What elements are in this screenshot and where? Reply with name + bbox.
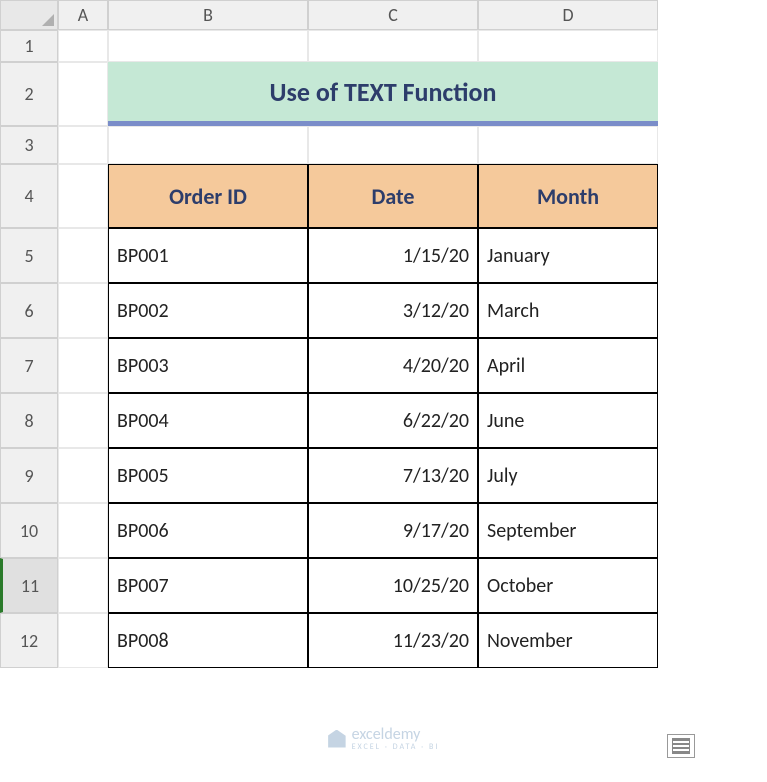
- watermark-text: exceldemy EXCEL · DATA · BI: [352, 725, 440, 752]
- table-cell-date[interactable]: 3/12/20: [308, 283, 478, 338]
- cell-a12[interactable]: [58, 613, 108, 668]
- table-header-date[interactable]: Date: [308, 164, 478, 228]
- cell-a5[interactable]: [58, 228, 108, 283]
- row-header-1[interactable]: 1: [0, 30, 58, 62]
- table-header-month[interactable]: Month: [478, 164, 658, 228]
- row-header-3[interactable]: 3: [0, 126, 58, 164]
- watermark: exceldemy EXCEL · DATA · BI: [328, 725, 440, 752]
- cell-b3[interactable]: [108, 126, 308, 164]
- table-cell-id[interactable]: BP002: [108, 283, 308, 338]
- table-cell-date[interactable]: 6/22/20: [308, 393, 478, 448]
- row-header-2[interactable]: 2: [0, 62, 58, 126]
- table-cell-date[interactable]: 9/17/20: [308, 503, 478, 558]
- paste-options-icon[interactable]: [667, 734, 695, 758]
- row-header-10[interactable]: 10: [0, 503, 58, 558]
- table-cell-date[interactable]: 4/20/20: [308, 338, 478, 393]
- cell-a6[interactable]: [58, 283, 108, 338]
- table-cell-month[interactable]: March: [478, 283, 658, 338]
- table-cell-date[interactable]: 11/23/20: [308, 613, 478, 668]
- cell-a3[interactable]: [58, 126, 108, 164]
- table-cell-month[interactable]: October: [478, 558, 658, 613]
- table-cell-id[interactable]: BP005: [108, 448, 308, 503]
- cell-d3[interactable]: [478, 126, 658, 164]
- row-header-7[interactable]: 7: [0, 338, 58, 393]
- cell-a7[interactable]: [58, 338, 108, 393]
- table-cell-id[interactable]: BP001: [108, 228, 308, 283]
- table-cell-month[interactable]: November: [478, 613, 658, 668]
- table-cell-date[interactable]: 1/15/20: [308, 228, 478, 283]
- table-cell-date[interactable]: 10/25/20: [308, 558, 478, 613]
- row-header-6[interactable]: 6: [0, 283, 58, 338]
- cell-a11[interactable]: [58, 558, 108, 613]
- cell-d1[interactable]: [478, 30, 658, 62]
- cell-a1[interactable]: [58, 30, 108, 62]
- row-header-12[interactable]: 12: [0, 613, 58, 668]
- table-cell-id[interactable]: BP003: [108, 338, 308, 393]
- cell-a9[interactable]: [58, 448, 108, 503]
- watermark-tagline: EXCEL · DATA · BI: [352, 742, 440, 752]
- row-header-4[interactable]: 4: [0, 164, 58, 228]
- col-header-c[interactable]: C: [308, 0, 478, 30]
- cell-b1[interactable]: [108, 30, 308, 62]
- row-header-8[interactable]: 8: [0, 393, 58, 448]
- table-cell-id[interactable]: BP006: [108, 503, 308, 558]
- select-all-corner[interactable]: [0, 0, 58, 30]
- table-cell-month[interactable]: June: [478, 393, 658, 448]
- cell-a4[interactable]: [58, 164, 108, 228]
- table-cell-id[interactable]: BP007: [108, 558, 308, 613]
- table-cell-month[interactable]: September: [478, 503, 658, 558]
- watermark-logo-icon: [328, 730, 346, 748]
- cell-a2[interactable]: [58, 62, 108, 126]
- cell-c1[interactable]: [308, 30, 478, 62]
- table-cell-month[interactable]: April: [478, 338, 658, 393]
- col-header-d[interactable]: D: [478, 0, 658, 30]
- page-title[interactable]: Use of TEXT Function: [108, 62, 658, 126]
- table-cell-month[interactable]: January: [478, 228, 658, 283]
- row-header-5[interactable]: 5: [0, 228, 58, 283]
- spreadsheet-grid: A B C D 1 2 Use of TEXT Function 3 4 Ord…: [0, 0, 767, 668]
- table-cell-date[interactable]: 7/13/20: [308, 448, 478, 503]
- table-cell-id[interactable]: BP008: [108, 613, 308, 668]
- table-cell-id[interactable]: BP004: [108, 393, 308, 448]
- table-cell-month[interactable]: July: [478, 448, 658, 503]
- table-header-orderid[interactable]: Order ID: [108, 164, 308, 228]
- col-header-b[interactable]: B: [108, 0, 308, 30]
- cell-a10[interactable]: [58, 503, 108, 558]
- cell-c3[interactable]: [308, 126, 478, 164]
- cell-a8[interactable]: [58, 393, 108, 448]
- row-header-9[interactable]: 9: [0, 448, 58, 503]
- row-header-11[interactable]: 11: [0, 558, 58, 613]
- col-header-a[interactable]: A: [58, 0, 108, 30]
